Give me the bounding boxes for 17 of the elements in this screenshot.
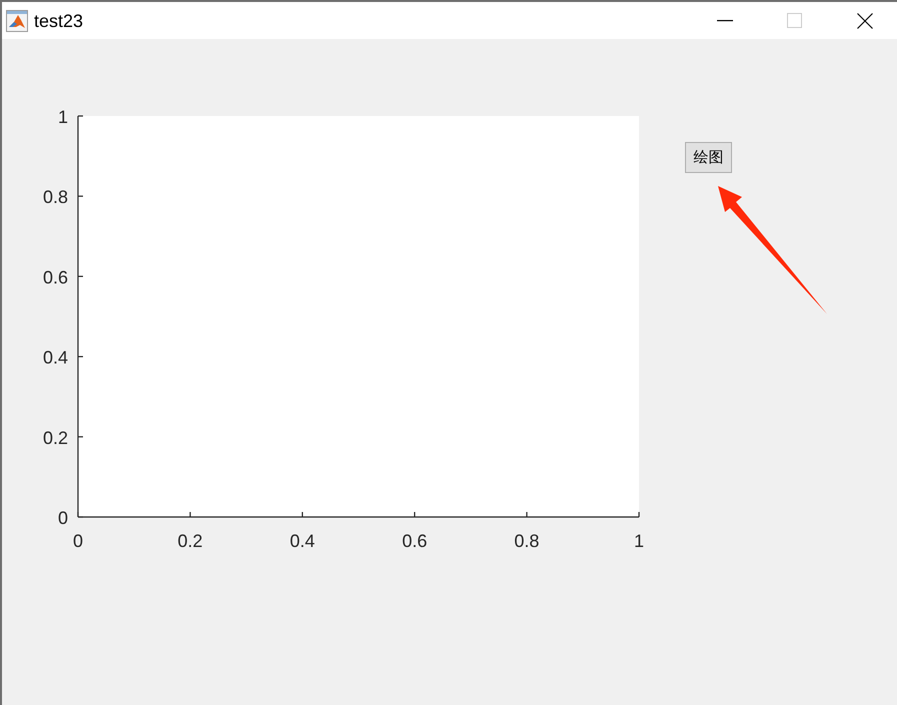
app-icon xyxy=(6,10,28,32)
x-tick-label: 0.2 xyxy=(178,531,203,551)
plot-button[interactable]: 绘图 xyxy=(685,142,732,173)
x-tick-label: 1 xyxy=(634,531,644,551)
minimize-icon[interactable] xyxy=(717,20,733,22)
y-tick-label: 1 xyxy=(58,107,68,127)
y-tick-label: 0 xyxy=(58,508,68,528)
close-icon[interactable] xyxy=(857,12,873,28)
y-tick-label: 0.6 xyxy=(42,267,68,288)
y-tick-label: 0.4 xyxy=(42,348,68,368)
y-tick-label: 0.8 xyxy=(42,187,68,208)
y-tick-label: 0.2 xyxy=(42,428,68,448)
x-tick-label: 0.4 xyxy=(290,531,315,551)
x-tick-label: 0.8 xyxy=(514,531,540,551)
x-tick-label: 0.6 xyxy=(402,531,428,551)
x-tick-label: 0 xyxy=(73,531,83,551)
window-title: test23 xyxy=(34,12,84,30)
